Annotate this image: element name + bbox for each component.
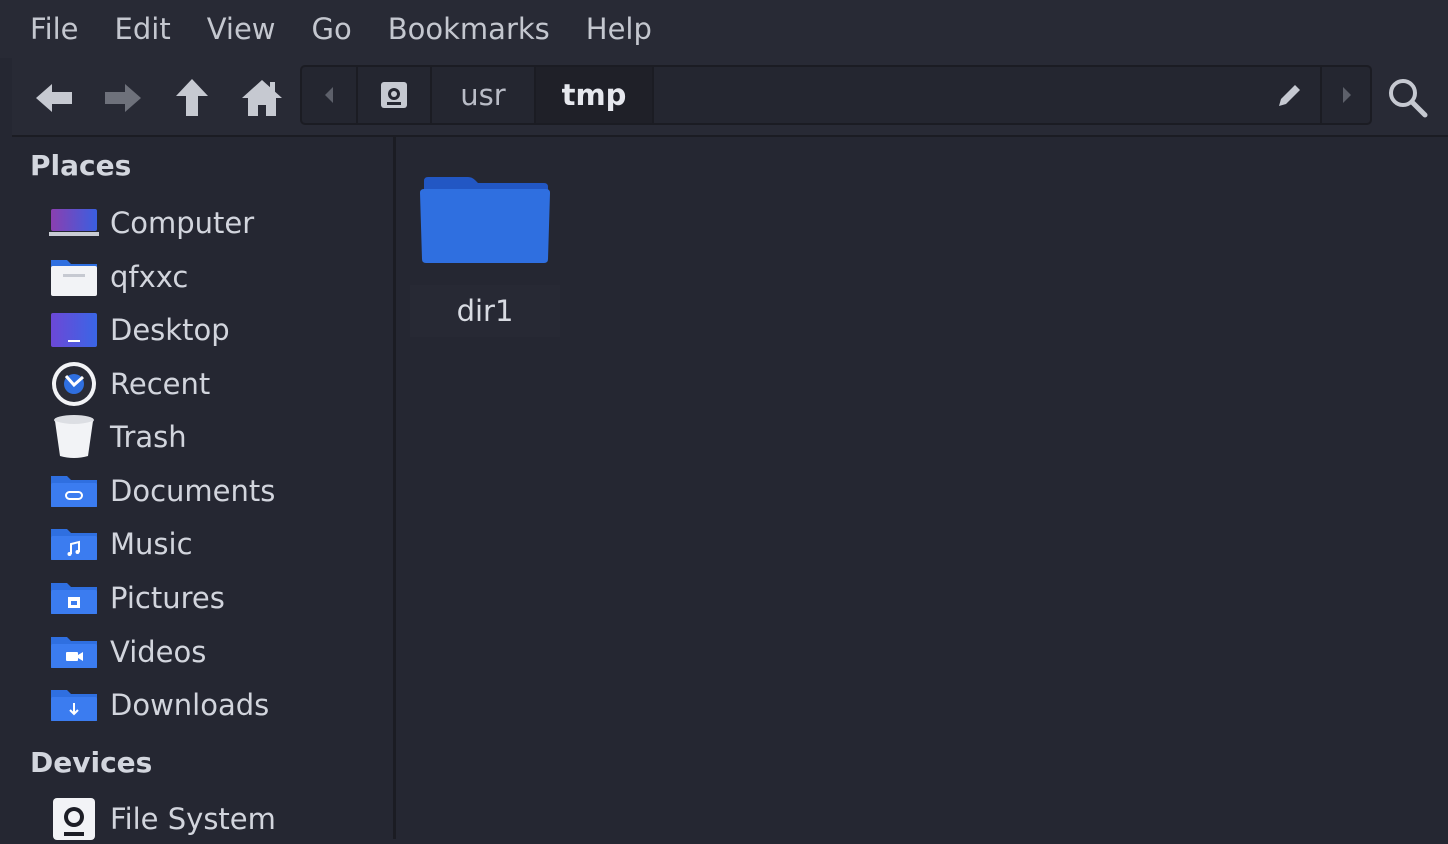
path-segment-tmp[interactable]: tmp [536,67,654,123]
sidebar: Places Computer qfxxc Desktop Recent Tra… [12,137,393,840]
toolbar: usr tmp [12,58,1448,135]
drive-icon [53,798,95,840]
file-item-dir1[interactable]: dir1 [410,167,560,337]
forward-arrow-icon [105,84,141,112]
menu-file[interactable]: File [30,0,79,58]
sidebar-label-pictures: Pictures [110,581,225,615]
menu-edit[interactable]: Edit [115,0,171,58]
trash-icon [54,415,94,458]
path-scroll-left-icon [325,87,333,103]
sidebar-item-pictures[interactable]: Pictures [48,573,225,623]
file-name: dir1 [410,285,560,337]
forward-button[interactable] [101,76,145,120]
documents-folder-icon [51,476,97,507]
computer-icon [49,209,99,236]
desktop-icon [51,313,97,347]
sidebar-item-file-system[interactable]: File System [48,794,276,844]
sidebar-item-computer[interactable]: Computer [48,198,254,248]
sidebar-item-recent[interactable]: Recent [48,359,210,409]
sidebar-label-home: qfxxc [110,260,189,294]
sidebar-item-documents[interactable]: Documents [48,466,275,516]
home-button[interactable] [240,76,284,120]
menu-view[interactable]: View [207,0,276,58]
menu-bar: File Edit View Go Bookmarks Help [0,0,1448,58]
file-view[interactable]: dir1 [396,137,1448,839]
sidebar-label-file-system: File System [110,802,276,836]
music-folder-icon [51,529,97,560]
menu-bookmarks[interactable]: Bookmarks [388,0,550,58]
up-button[interactable] [170,76,214,120]
downloads-folder-icon [51,690,97,721]
sidebar-label-documents: Documents [110,474,276,508]
folder-icon [420,177,550,263]
menu-go[interactable]: Go [312,0,352,58]
pictures-folder-icon [51,583,97,614]
root-drive-icon [381,82,407,108]
sidebar-label-desktop: Desktop [110,313,230,347]
recent-clock-icon [52,362,96,406]
path-scroll-left-button[interactable] [302,67,358,123]
path-root-button[interactable] [358,67,432,123]
up-arrow-icon [176,79,208,116]
places-heading: Places [30,149,132,182]
path-scroll-right-icon [1343,87,1351,103]
back-arrow-icon [36,84,72,112]
sidebar-label-music: Music [110,527,193,561]
path-segment-usr[interactable]: usr [432,67,536,123]
menu-help[interactable]: Help [586,0,652,58]
search-icon [1389,79,1428,118]
sidebar-label-computer: Computer [110,206,255,240]
sidebar-label-videos: Videos [110,635,207,669]
back-button[interactable] [32,76,76,120]
sidebar-item-downloads[interactable]: Downloads [48,680,269,730]
home-folder-icon [51,260,97,296]
devices-heading: Devices [30,746,153,779]
edit-location-button[interactable] [1260,67,1322,123]
sidebar-label-recent: Recent [110,367,211,401]
sidebar-item-desktop[interactable]: Desktop [48,305,230,355]
sidebar-item-trash[interactable]: Trash [48,412,187,462]
edit-location-icon [1279,85,1300,106]
sidebar-item-videos[interactable]: Videos [48,627,206,677]
sidebar-label-downloads: Downloads [110,688,270,722]
path-bar: usr tmp [300,65,1372,125]
search-button[interactable] [1384,74,1430,120]
path-scroll-right-button[interactable] [1322,67,1372,123]
videos-folder-icon [51,637,97,668]
sidebar-item-music[interactable]: Music [48,519,193,569]
sidebar-item-home[interactable]: qfxxc [48,252,188,302]
home-icon [242,80,282,116]
sidebar-label-trash: Trash [110,420,187,454]
